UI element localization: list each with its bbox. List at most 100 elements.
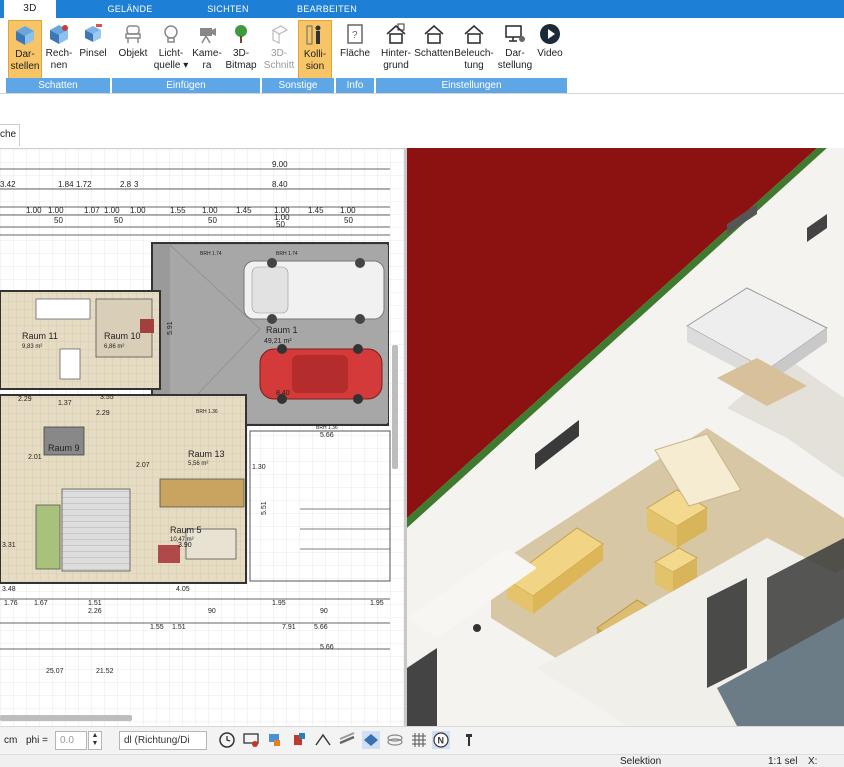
kollision-label-1: Kolli- [303, 49, 327, 60]
dim-50e: 50 [344, 216, 353, 225]
pin-icon[interactable] [460, 731, 478, 749]
3d-bitmap-button[interactable]: 3D- Bitmap [224, 20, 258, 80]
flaeche-button[interactable]: ? Fläche [338, 20, 372, 80]
floor-plan-canvas: 9.00 8.40 3.42 1.84 1.72 2.8 3 1.00 1.00… [0, 149, 404, 726]
house-icon [386, 23, 406, 44]
room-11-area: 9,83 m² [22, 344, 42, 350]
van-object[interactable] [243, 258, 385, 324]
dim-1-55: 1.55 [170, 206, 186, 215]
tab-3d[interactable]: 3D [4, 0, 56, 19]
app-window: 3D GELÄNDE SICHTEN BEARBEITEN Dar- stell… [0, 0, 844, 767]
beleuchtung-label-2: tung [464, 60, 484, 71]
kollision-label-2: sion [305, 61, 325, 72]
dim-1-45b: 1.45 [308, 206, 324, 215]
lichtquelle-button[interactable]: Licht- quelle ▾ [152, 20, 190, 80]
rechnen-label-2: nen [50, 60, 68, 71]
video-label: Video [537, 48, 563, 59]
dim-1-67: 1.67 [34, 600, 48, 607]
darstellung-button[interactable]: Dar- stellung [496, 20, 534, 80]
floor-plan-view[interactable]: 9.00 8.40 3.42 1.84 1.72 2.8 3 1.00 1.00… [0, 148, 404, 726]
status-selektion: Selektion [620, 756, 662, 767]
dim-1-51b: 1.51 [172, 624, 186, 631]
brh-label-3: BRH 1.36 [196, 409, 218, 415]
dim-1-95b: 1.95 [370, 600, 384, 607]
video-button[interactable]: Video [534, 20, 566, 80]
document-tab[interactable]: che [0, 124, 20, 146]
dim-3-55: 3.55 [100, 394, 114, 401]
north-icon[interactable]: N [432, 731, 450, 749]
3d-schnitt-button[interactable]: 3D- Schnitt [262, 20, 296, 80]
dim-2-26: 2.26 [88, 608, 102, 615]
dim-1-72: 1.72 [76, 180, 92, 189]
beleuchtung-button[interactable]: Beleuch- tung [454, 20, 494, 80]
hintergrund-label-1: Hinter- [380, 48, 411, 59]
phi-label: phi = [26, 735, 48, 746]
stack-icon[interactable] [386, 731, 404, 749]
room-10-label: Raum 10 [104, 331, 141, 341]
dim-1-84: 1.84 [58, 180, 74, 189]
hintergrund-button[interactable]: Hinter- grund [378, 20, 414, 80]
mode-select[interactable]: dl (Richtung/Di [119, 731, 207, 750]
dim-5-66b: 5.66 [314, 624, 328, 631]
clock-icon[interactable] [218, 731, 236, 749]
3d-view[interactable] [407, 148, 844, 726]
lichtquelle-label-2: quelle ▾ [153, 60, 189, 71]
room-9-label: Raum 9 [48, 443, 80, 453]
bitmap-label-1: 3D- [232, 48, 250, 59]
dim-9-00: 9.00 [272, 160, 288, 169]
objekt-button[interactable]: Objekt [116, 20, 150, 80]
darstellen-button[interactable]: Dar- stellen [8, 20, 42, 80]
kollision-button[interactable]: Kolli- sion [298, 20, 332, 80]
phi-input[interactable]: 0.0 [55, 731, 87, 750]
ribbon: Dar- stellen Rech- nen Pinsel Objekt Lic… [0, 18, 844, 94]
tab-bearbeiten[interactable]: BEARBEITEN [292, 0, 362, 18]
horizontal-scrollbar[interactable] [0, 715, 132, 721]
darstellung-label-1: Dar- [505, 48, 525, 59]
dim-1-95a: 1.95 [272, 600, 286, 607]
grid-icon[interactable] [410, 731, 428, 749]
monitor-icon [505, 25, 525, 42]
dim-25-07: 25.07 [46, 668, 64, 675]
monitor-icon[interactable] [242, 731, 260, 749]
group-label-einfuegen: Einfügen [112, 78, 260, 93]
darstellen-label-1: Dar- [15, 49, 35, 60]
tab-sichten[interactable]: SICHTEN [196, 0, 260, 18]
tree-icon [235, 25, 247, 43]
dim-1-76: 1.76 [4, 600, 18, 607]
bulb-icon [164, 25, 178, 43]
play-icon [540, 24, 560, 44]
bitmap-label-2: Bitmap [225, 60, 257, 71]
dim-8-40: 8.40 [272, 180, 288, 189]
lichtquelle-label-1: Licht- [158, 48, 184, 59]
rechnen-button[interactable]: Rech- nen [44, 20, 74, 80]
dim-21-52: 21.52 [96, 668, 114, 675]
dim-1-45a: 1.45 [236, 206, 252, 215]
dim-2-29a: 2.29 [18, 396, 32, 403]
dim-7-91: 7.91 [282, 624, 296, 631]
person-icon [306, 25, 321, 45]
unit-label: cm [4, 735, 18, 746]
dim-1-37: 1.37 [58, 400, 72, 407]
dim-5-66c: 5.66 [320, 644, 334, 651]
bucket-icon[interactable] [290, 731, 308, 749]
sub-toolbar-area [0, 94, 844, 148]
dim-1-55b: 1.55 [150, 624, 164, 631]
tab-gelaende[interactable]: GELÄNDE [98, 0, 162, 18]
brh-label-1: BRH 1.74 [200, 251, 222, 257]
room-5-label: Raum 5 [170, 525, 202, 535]
phi-stepper[interactable]: ▲ ▼ [88, 731, 102, 750]
camera-icon [200, 28, 216, 44]
dim-1-30: 1.30 [252, 464, 266, 471]
room-13-label: Raum 13 [188, 449, 225, 459]
kamera-button[interactable]: Kame- ra [190, 20, 224, 80]
dim-50b: 50 [114, 216, 123, 225]
dim-1-00e: 1.00 [202, 206, 218, 215]
paint-icon[interactable] [266, 731, 284, 749]
kamera-label-2: ra [202, 60, 212, 71]
line-icon[interactable] [314, 731, 332, 749]
fence-icon[interactable] [338, 731, 356, 749]
vertical-scrollbar[interactable] [392, 345, 398, 469]
schatten-button[interactable]: Schatten [414, 20, 454, 80]
layer-icon[interactable] [362, 731, 380, 749]
pinsel-button[interactable]: Pinsel [76, 20, 110, 80]
